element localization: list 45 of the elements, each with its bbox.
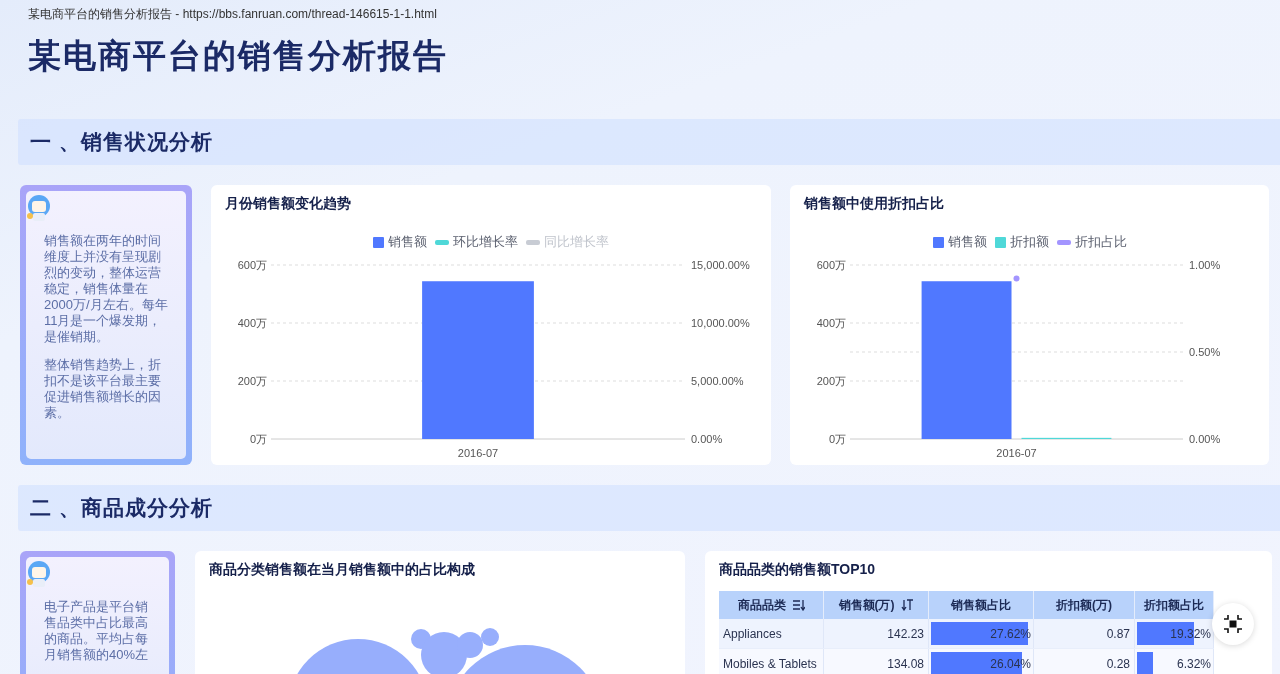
axis-label: 400万 — [816, 317, 846, 329]
legend-item[interactable]: 折扣占比 — [1056, 233, 1127, 251]
legend-item[interactable]: 环比增长率 — [435, 233, 518, 251]
table-title: 商品品类的销售额TOP10 — [719, 561, 877, 579]
report-title: 某电商平台的销售分析报告 — [28, 36, 449, 76]
table-cell: Mobiles & Tablets — [719, 648, 824, 674]
chart-title: 商品分类销售额在当月销售额中的占比构成 — [209, 561, 476, 579]
note-text: 整体销售趋势上，折扣不是该平台最主要促进销售额增长的因素。 — [44, 357, 162, 421]
legend-item[interactable]: 销售额 — [373, 233, 427, 251]
note-text: 销售额在两年的时间维度上并没有呈现剧烈的变动，整体运营稳定，销售体量在2000万/月左右。每年11月是一个爆发期，是催销期。 — [44, 233, 168, 345]
table-cell: 134.08 — [823, 648, 929, 674]
axis-label: 600万 — [816, 259, 846, 271]
legend-item[interactable]: 折扣额 — [994, 233, 1049, 251]
page-url-text: 某电商平台的销售分析报告 - https://bbs.fanruan.com/thread-146615-1-1.html — [27, 6, 438, 20]
table-cell: Appliances — [719, 619, 824, 649]
axis-label: 0万 — [249, 433, 267, 445]
axis-label: 5,000.00% — [691, 375, 744, 387]
axis-label: 0.00% — [1189, 433, 1221, 445]
column-header[interactable]: 折扣额占比 — [1134, 591, 1214, 619]
table-cell: 0.28 — [1033, 648, 1135, 674]
chart-title: 月份销售额变化趋势 — [225, 195, 352, 213]
axis-label: 2016-07 — [457, 447, 499, 459]
axis-label: 1.00% — [1189, 259, 1221, 271]
axis-label: 0万 — [828, 433, 846, 445]
axis-label: 0.00% — [691, 433, 723, 445]
section-title: 一 、销售状况分析 — [30, 129, 213, 155]
chart-title: 销售额中使用折扣占比 — [804, 195, 945, 213]
axis-label: 400万 — [237, 317, 267, 329]
column-header[interactable]: 折扣额(万) — [1033, 591, 1135, 619]
axis-label: 200万 — [816, 375, 846, 387]
column-header[interactable]: 商品品类 — [719, 591, 824, 619]
column-header[interactable]: 销售额占比 — [928, 591, 1034, 619]
axis-label: 15,000.00% — [691, 259, 750, 271]
axis-label: 0.50% — [1189, 346, 1221, 358]
note-text: 电子产品是平台销售品类中占比最高的商品。平均占每月销售额的40%左 — [44, 599, 150, 663]
cell-value: 6.32% — [1175, 656, 1211, 671]
axis-label: 200万 — [237, 375, 267, 387]
table-cell: 0.87 — [1033, 619, 1135, 649]
axis-label: 2016-07 — [996, 447, 1037, 459]
table-cell: 142.23 — [823, 619, 929, 649]
axis-label: 600万 — [237, 259, 267, 271]
section-title: 二 、商品成分分析 — [30, 495, 213, 521]
column-header[interactable]: 销售额(万) — [823, 591, 929, 619]
legend-item[interactable]: 销售额 — [932, 233, 987, 251]
axis-label: 10,000.00% — [691, 317, 750, 329]
